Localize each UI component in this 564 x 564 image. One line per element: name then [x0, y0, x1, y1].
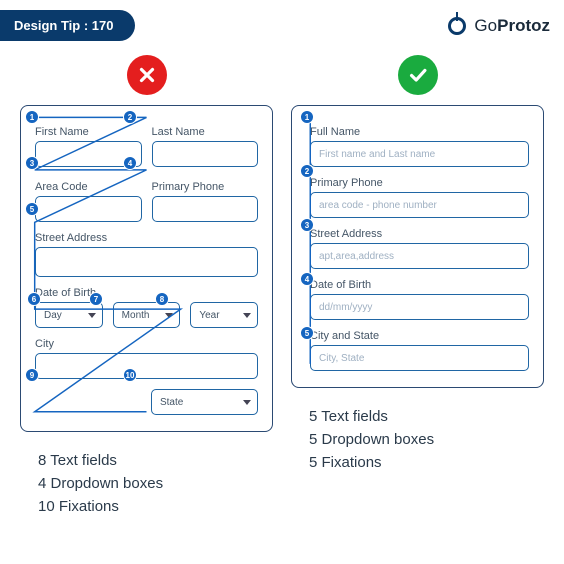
col-bad: 1 2 3 4 5 6 7 8 9 10 First Name Last Nam… — [20, 55, 273, 521]
compass-icon — [446, 15, 468, 37]
cross-icon — [136, 64, 158, 86]
comparison-wrap: 1 2 3 4 5 6 7 8 9 10 First Name Last Nam… — [0, 41, 564, 525]
chevron-down-icon — [88, 313, 96, 318]
fixation-dot: 3 — [300, 218, 314, 232]
dob-month-select[interactable]: Month — [113, 302, 181, 328]
fixation-dot: 5 — [25, 202, 39, 216]
last-name-input[interactable] — [152, 141, 259, 167]
dob-day-select[interactable]: Day — [35, 302, 103, 328]
label-first-name: First Name — [35, 126, 142, 138]
fixation-dot: 1 — [300, 110, 314, 124]
label-city: City — [35, 338, 258, 350]
label-area-code: Area Code — [35, 181, 142, 193]
stat-line: 10 Fixations — [38, 498, 273, 515]
city-state-input[interactable]: City, State — [310, 345, 529, 371]
street-input[interactable] — [35, 247, 258, 277]
fixation-dot: 7 — [89, 292, 103, 306]
label-phone: Primary Phone — [310, 177, 529, 189]
fixation-dot: 3 — [25, 156, 39, 170]
dob-input[interactable]: dd/mm/yyyy — [310, 294, 529, 320]
fixation-dot: 9 — [25, 368, 39, 382]
chevron-down-icon — [165, 313, 173, 318]
phone-input[interactable]: area code - phone number — [310, 192, 529, 218]
stats-good: 5 Text fields 5 Dropdown boxes 5 Fixatio… — [291, 402, 544, 477]
dob-year-select[interactable]: Year — [190, 302, 258, 328]
fixation-dot: 2 — [123, 110, 137, 124]
fixation-dot: 10 — [123, 368, 137, 382]
fixation-dot: 2 — [300, 164, 314, 178]
fixation-dot: 6 — [27, 292, 41, 306]
street-input[interactable]: apt,area,address — [310, 243, 529, 269]
fixation-dot: 1 — [25, 110, 39, 124]
fixation-dot: 4 — [123, 156, 137, 170]
stat-line: 4 Dropdown boxes — [38, 475, 273, 492]
form-good: 1 2 3 4 5 Full Name First name and Last … — [291, 105, 544, 388]
city-input[interactable] — [35, 353, 258, 379]
label-street: Street Address — [35, 232, 258, 244]
stat-line: 5 Text fields — [309, 408, 544, 425]
chevron-down-icon — [243, 313, 251, 318]
form-bad: 1 2 3 4 5 6 7 8 9 10 First Name Last Nam… — [20, 105, 273, 432]
stat-line: 5 Dropdown boxes — [309, 431, 544, 448]
fixation-dot: 4 — [300, 272, 314, 286]
label-city-state: City and State — [310, 330, 529, 342]
state-select[interactable]: State — [151, 389, 258, 415]
label-street: Street Address — [310, 228, 529, 240]
label-dob: Date of Birth — [35, 287, 258, 299]
chevron-down-icon — [243, 400, 251, 405]
primary-phone-input[interactable] — [152, 196, 259, 222]
status-bad — [127, 55, 167, 95]
design-tip-badge: Design Tip : 170 — [0, 10, 135, 41]
label-primary-phone: Primary Phone — [152, 181, 259, 193]
fixation-dot: 5 — [300, 326, 314, 340]
col-good: 1 2 3 4 5 Full Name First name and Last … — [291, 55, 544, 521]
label-dob: Date of Birth — [310, 279, 529, 291]
fixation-dot: 8 — [155, 292, 169, 306]
stats-bad: 8 Text fields 4 Dropdown boxes 10 Fixati… — [20, 446, 273, 521]
check-icon — [407, 64, 429, 86]
label-full-name: Full Name — [310, 126, 529, 138]
header: Design Tip : 170 GoProtoz — [0, 0, 564, 41]
brand-logo: GoProtoz — [446, 15, 550, 37]
stat-line: 5 Fixations — [309, 454, 544, 471]
brand-text: GoProtoz — [474, 16, 550, 36]
full-name-input[interactable]: First name and Last name — [310, 141, 529, 167]
stat-line: 8 Text fields — [38, 452, 273, 469]
area-code-input[interactable] — [35, 196, 142, 222]
status-good — [398, 55, 438, 95]
label-last-name: Last Name — [152, 126, 259, 138]
